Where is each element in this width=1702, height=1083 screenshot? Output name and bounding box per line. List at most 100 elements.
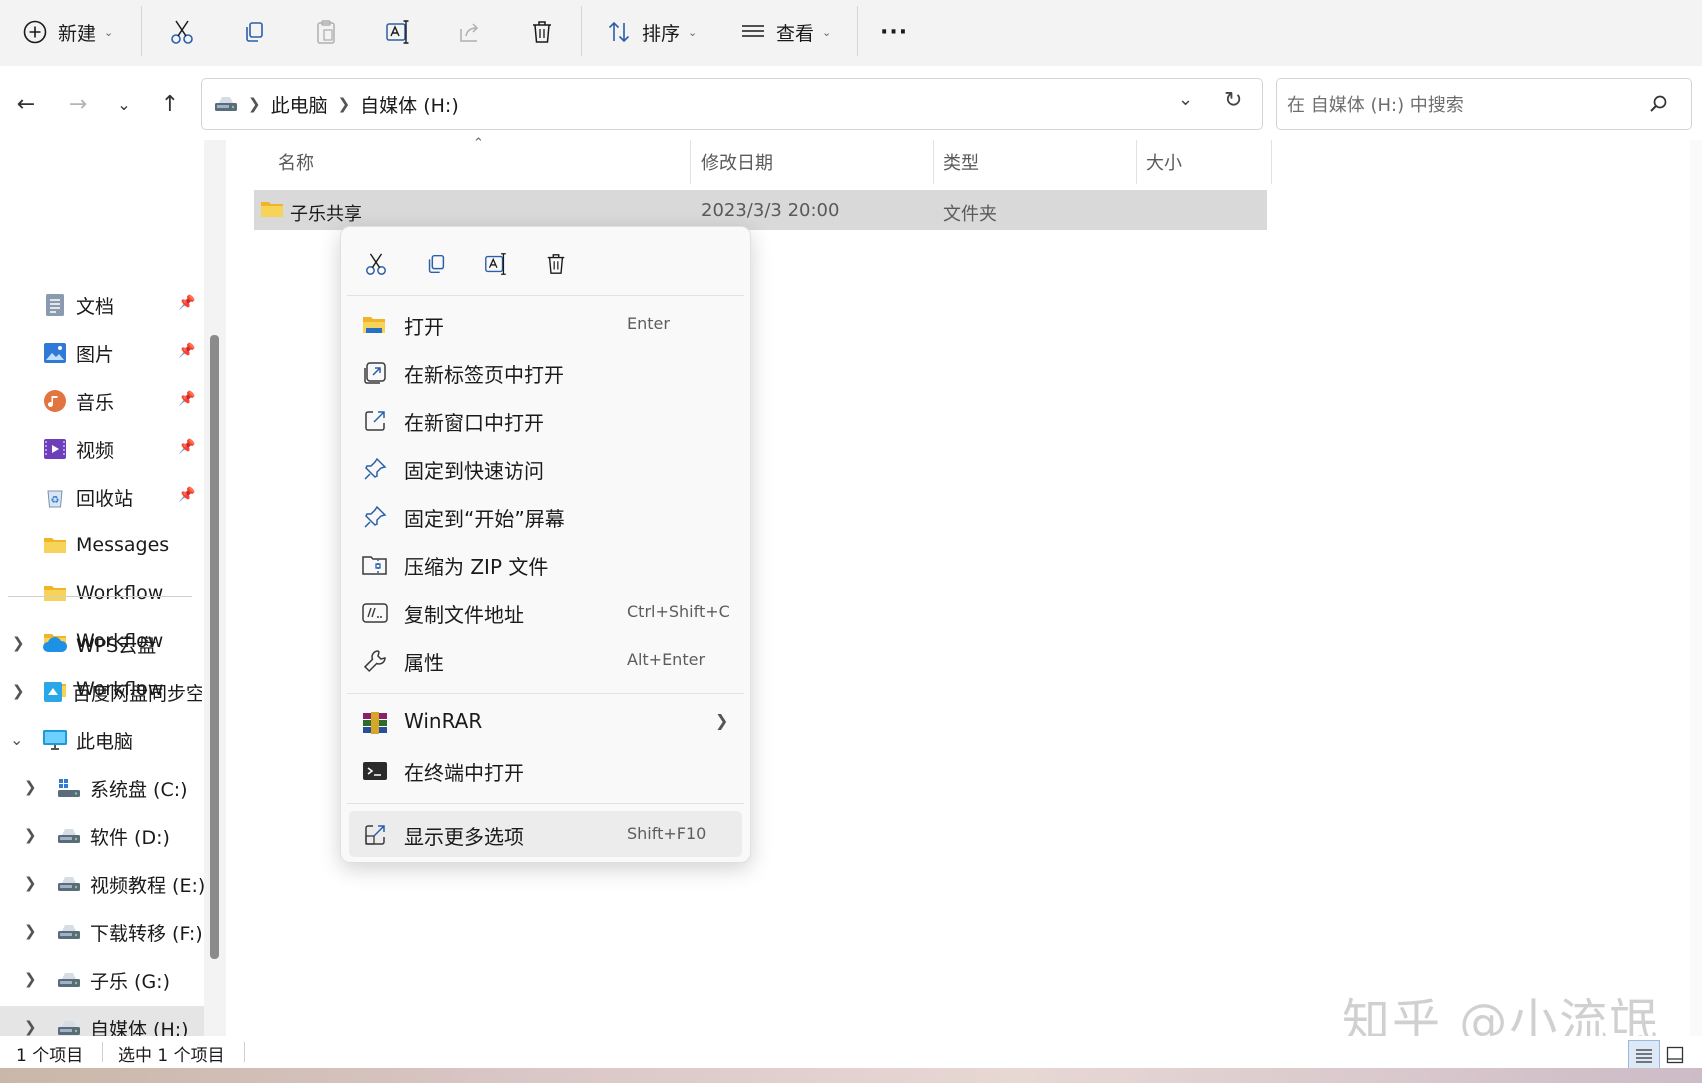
tiles-view-icon bbox=[1666, 1046, 1684, 1064]
sidebar-item-this-pc[interactable]: 此电脑 bbox=[42, 720, 133, 760]
breadcrumb-current-drive[interactable]: 自媒体 (H:) bbox=[360, 91, 459, 118]
sidebar-item-workflow[interactable]: Workflow bbox=[42, 573, 163, 613]
chevron-right-icon[interactable]: ❯ bbox=[12, 682, 25, 700]
sidebar-scrollbar-thumb[interactable] bbox=[210, 335, 219, 959]
menu-item-open-terminal[interactable]: 在终端中打开 bbox=[341, 747, 750, 793]
sort-ascending-icon: ⌃ bbox=[473, 136, 484, 151]
chevron-right-icon[interactable]: ❯ bbox=[24, 826, 37, 844]
sidebar-item-drive-d[interactable]: 软件 (D:) bbox=[56, 816, 170, 856]
toolbar-divider bbox=[581, 6, 582, 56]
sidebar-item-label: 音乐 bbox=[76, 391, 115, 414]
chevron-down-icon[interactable]: ⌄ bbox=[10, 730, 23, 749]
column-divider[interactable] bbox=[1136, 140, 1137, 184]
sidebar-item-pictures[interactable]: 图片 bbox=[42, 333, 114, 373]
column-header-modified[interactable]: 修改日期 bbox=[701, 140, 773, 184]
forward-button[interactable]: → bbox=[60, 84, 96, 124]
copy-button[interactable] bbox=[236, 12, 272, 52]
column-header-size[interactable]: 大小 bbox=[1146, 140, 1182, 184]
breadcrumb-separator: ❯ bbox=[337, 95, 351, 113]
context-copy-button[interactable] bbox=[419, 247, 453, 281]
menu-separator bbox=[347, 803, 744, 804]
chevron-right-icon[interactable]: ❯ bbox=[24, 922, 37, 940]
column-divider[interactable] bbox=[933, 140, 934, 184]
share-button[interactable] bbox=[452, 12, 488, 52]
menu-item-properties[interactable]: 属性 Alt+Enter bbox=[341, 637, 750, 683]
pin-icon[interactable]: 📌 bbox=[178, 439, 195, 455]
menu-item-show-more-options[interactable]: 显示更多选项 Shift+F10 bbox=[349, 811, 742, 857]
pin-icon[interactable]: 📌 bbox=[178, 487, 195, 503]
menu-item-winrar[interactable]: WinRAR ❯ bbox=[341, 699, 750, 745]
baidu-sync-icon bbox=[44, 682, 62, 702]
sidebar-item-music[interactable]: 音乐 bbox=[42, 381, 114, 421]
column-header-name[interactable]: 名称 bbox=[278, 140, 314, 184]
view-list-icon bbox=[742, 25, 764, 37]
menu-item-open-new-window[interactable]: 在新窗口中打开 bbox=[341, 397, 750, 443]
new-window-icon bbox=[365, 411, 385, 431]
context-cut-button[interactable] bbox=[359, 247, 393, 281]
sidebar-item-videos[interactable]: 视频 bbox=[42, 429, 114, 469]
drive-icon bbox=[58, 829, 80, 843]
folder-icon bbox=[261, 202, 283, 217]
address-bar[interactable]: ❯ 此电脑 ❯ 自媒体 (H:) ⌄ ↻ bbox=[201, 78, 1263, 130]
view-button[interactable]: 查看 ⌄ bbox=[740, 10, 831, 54]
chevron-right-icon[interactable]: ❯ bbox=[12, 634, 25, 652]
drive-icon bbox=[58, 1021, 80, 1035]
menu-item-pin-start[interactable]: 固定到“开始”屏幕 bbox=[341, 493, 750, 539]
refresh-icon[interactable]: ↻ bbox=[1224, 88, 1242, 113]
breadcrumb-this-pc[interactable]: 此电脑 bbox=[271, 91, 328, 118]
sidebar-item-messages[interactable]: Messages bbox=[42, 525, 169, 565]
menu-item-open-new-tab[interactable]: 在新标签页中打开 bbox=[341, 349, 750, 395]
sidebar-divider bbox=[8, 596, 192, 597]
sidebar-item-documents[interactable]: 文档 bbox=[42, 285, 114, 325]
chevron-right-icon[interactable]: ❯ bbox=[24, 874, 37, 892]
file-type: 文件夹 bbox=[943, 204, 997, 225]
menu-separator bbox=[347, 295, 744, 296]
search-input[interactable]: 在 自媒体 (H:) 中搜索 bbox=[1287, 91, 1464, 117]
pin-icon[interactable]: 📌 bbox=[178, 391, 195, 407]
terminal-icon bbox=[363, 762, 387, 780]
context-delete-button[interactable] bbox=[539, 247, 573, 281]
chevron-right-icon: ❯ bbox=[715, 711, 729, 730]
sidebar-item-wps-cloud[interactable]: WPS云盘 bbox=[42, 624, 156, 664]
sidebar-item-drive-g[interactable]: 子乐 (G:) bbox=[56, 960, 170, 1000]
new-button[interactable]: 新建 ⌄ bbox=[22, 10, 113, 54]
sidebar-item-drive-f[interactable]: 下载转移 (F:) bbox=[56, 912, 203, 952]
up-button[interactable]: ↑ bbox=[152, 84, 188, 124]
more-options-button[interactable]: ··· bbox=[880, 10, 908, 54]
column-divider[interactable] bbox=[1271, 140, 1272, 184]
chevron-right-icon[interactable]: ❯ bbox=[24, 970, 37, 988]
search-box[interactable]: 在 自媒体 (H:) 中搜索 bbox=[1276, 78, 1692, 130]
file-row-selected[interactable]: 子乐共享 2023/3/3 20:00 文件夹 bbox=[254, 190, 1267, 230]
tiles-view-button[interactable] bbox=[1660, 1040, 1690, 1070]
sidebar-item-label: 系统盘 (C:) bbox=[90, 778, 188, 801]
context-rename-button[interactable] bbox=[479, 247, 513, 281]
pin-icon[interactable]: 📌 bbox=[178, 295, 195, 311]
recent-locations-button[interactable]: ⌄ bbox=[106, 84, 142, 124]
menu-item-compress-zip[interactable]: 压缩为 ZIP 文件 bbox=[341, 541, 750, 587]
menu-item-pin-quick-access[interactable]: 固定到快速访问 bbox=[341, 445, 750, 491]
chevron-down-icon: ⌄ bbox=[688, 25, 698, 39]
folder-icon bbox=[44, 586, 66, 601]
sidebar-item-baidu-sync[interactable]: 百度网盘同步空 bbox=[42, 672, 202, 712]
address-history-button[interactable]: ⌄ bbox=[1178, 89, 1193, 110]
paste-button[interactable] bbox=[308, 12, 344, 52]
back-button[interactable]: ← bbox=[8, 84, 44, 124]
sidebar-item-drive-e[interactable]: 视频教程 (E:) bbox=[56, 864, 205, 904]
pin-icon[interactable]: 📌 bbox=[178, 343, 195, 359]
sidebar-item-drive-c[interactable]: 系统盘 (C:) bbox=[56, 768, 188, 808]
menu-item-copy-path[interactable]: 复制文件地址 Ctrl+Shift+C bbox=[341, 589, 750, 635]
rename-button[interactable] bbox=[380, 12, 416, 52]
chevron-right-icon[interactable]: ❯ bbox=[24, 778, 37, 796]
sort-button[interactable]: 排序 ⌄ bbox=[606, 10, 697, 54]
column-divider[interactable] bbox=[690, 140, 691, 184]
sidebar-item-label: 子乐 (G:) bbox=[90, 970, 170, 993]
sidebar-item-recycle-bin[interactable]: ♻ 回收站 bbox=[42, 477, 133, 517]
rename-icon bbox=[485, 253, 506, 275]
delete-button[interactable] bbox=[524, 12, 560, 52]
chevron-down-icon: ⌄ bbox=[822, 25, 832, 39]
chevron-right-icon[interactable]: ❯ bbox=[24, 1018, 37, 1036]
content-scrollbar[interactable] bbox=[1690, 140, 1702, 1036]
menu-item-open[interactable]: 打开 Enter bbox=[341, 301, 750, 347]
column-header-type[interactable]: 类型 bbox=[943, 140, 979, 184]
cut-button[interactable] bbox=[164, 12, 200, 52]
